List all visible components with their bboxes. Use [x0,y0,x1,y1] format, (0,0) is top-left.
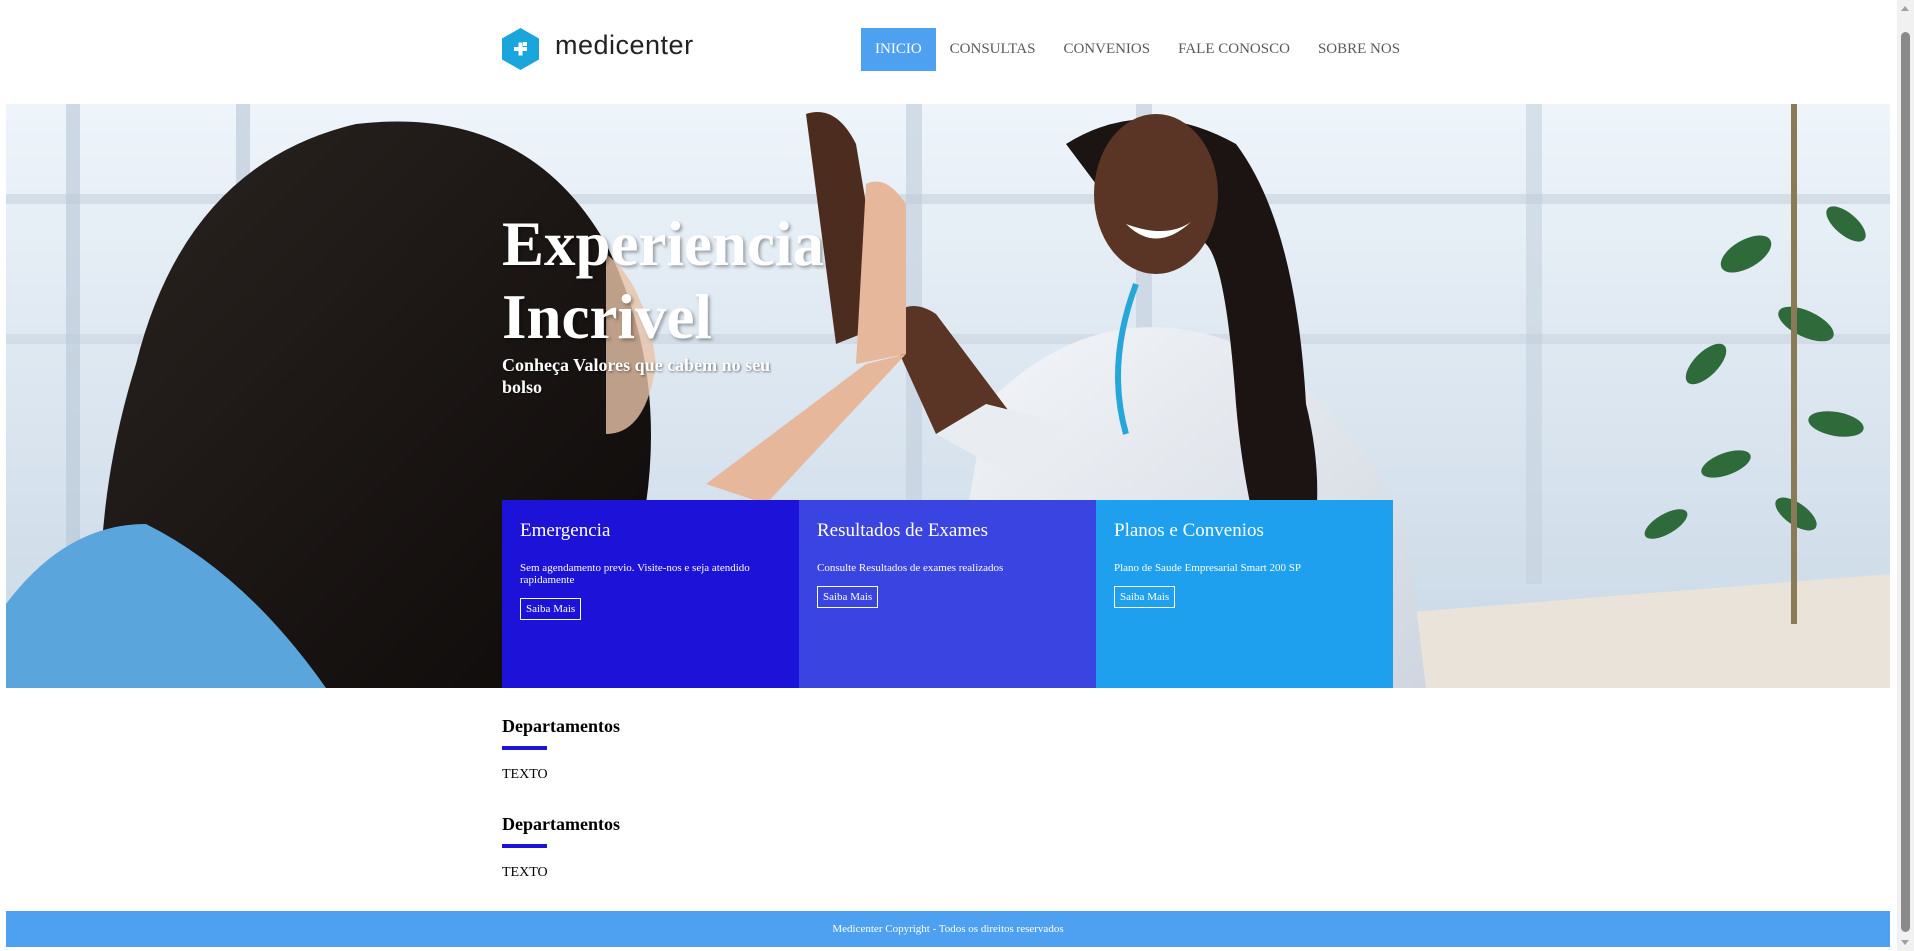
section-underline [502,746,547,750]
card-title: Emergencia [520,520,611,541]
saiba-mais-button[interactable]: Saiba Mais [520,598,582,620]
saiba-mais-button[interactable]: Saiba Mais [817,586,879,608]
scrollbar-thumb[interactable] [1901,32,1910,932]
main-nav: INICIO CONSULTAS CONVENIOS FALE CONOSCO … [861,28,1414,71]
page-scrollbar[interactable] [1897,0,1914,951]
service-cards: Emergencia Sem agendamento previo. Visit… [502,500,1393,688]
saiba-mais-button[interactable]: Saiba Mais [1114,586,1176,608]
nav-item-convenios[interactable]: CONVENIOS [1049,28,1164,71]
card-title: Resultados de Exames [817,520,988,541]
card-emergencia: Emergencia Sem agendamento previo. Visit… [502,500,799,688]
section-text: TEXTO [502,865,548,880]
medical-cross-icon [502,28,539,70]
card-planos-convenios: Planos e Convenios Plano de Saude Empres… [1096,500,1393,688]
nav-item-inicio[interactable]: INICIO [861,28,936,71]
hero-subtitle: Conheça Valores que cabem no seu bolso [502,355,771,397]
section-departamentos: Departamentos TEXTO [502,814,620,881]
card-title: Planos e Convenios [1114,520,1264,541]
site-footer: Medicenter Copyright - Todos os direitos… [6,911,1890,947]
logo[interactable]: medicenter [502,28,694,70]
card-text: Sem agendamento previo. Visite-nos e sej… [520,562,750,586]
hero-banner: Experiencia Incrivel Conheça Valores que… [6,104,1890,688]
nav-item-sobre-nos[interactable]: SOBRE NOS [1304,28,1414,71]
section-title: Departamentos [502,716,620,736]
nav-item-fale-conosco[interactable]: FALE CONOSCO [1164,28,1304,71]
page: medicenter INICIO CONSULTAS CONVENIOS FA… [6,0,1890,951]
site-header: medicenter INICIO CONSULTAS CONVENIOS FA… [6,0,1890,104]
scroll-down-arrow-icon[interactable] [1901,940,1909,945]
section-underline [502,844,547,848]
section-title: Departamentos [502,814,620,834]
section-text: TEXTO [502,767,548,782]
brand-name: medicenter [555,29,694,60]
card-text: Consulte Resultados de exames realizados [817,562,1004,574]
hero-title: Experiencia Incrivel [502,209,824,352]
scroll-up-arrow-icon[interactable] [1901,6,1909,11]
card-resultados-exames: Resultados de Exames Consulte Resultados… [799,500,1096,688]
nav-item-consultas[interactable]: CONSULTAS [936,28,1050,71]
card-text: Plano de Saude Empresarial Smart 200 SP [1114,562,1301,574]
section-departamentos: Departamentos TEXTO [502,716,620,783]
